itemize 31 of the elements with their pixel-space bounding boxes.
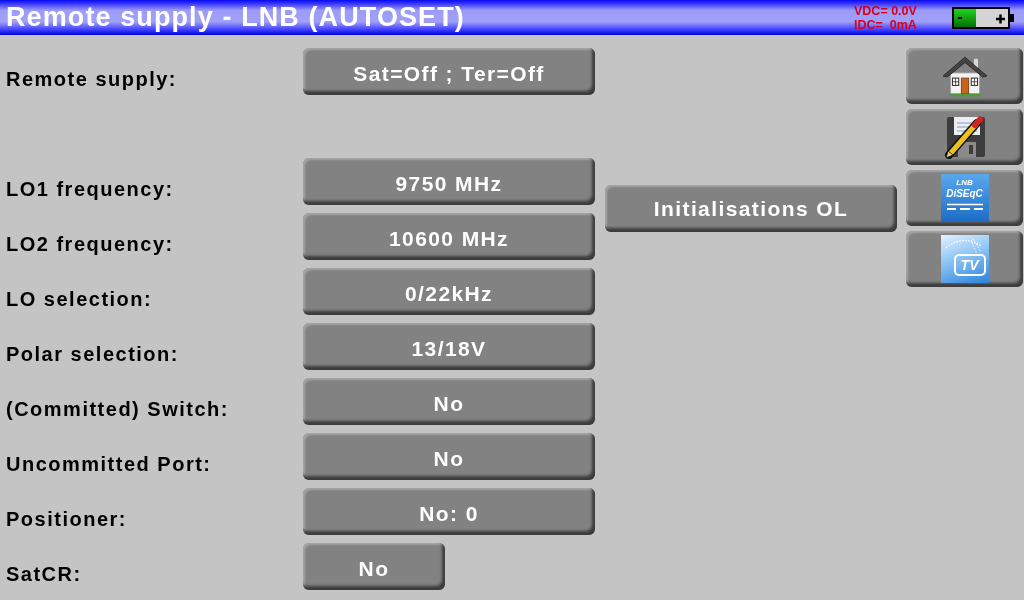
tv-button[interactable]: TV bbox=[906, 231, 1023, 287]
floppy-pencil-icon bbox=[942, 115, 987, 159]
value-button[interactable]: 9750 MHz bbox=[303, 158, 595, 205]
field-label: LO2 frequency: bbox=[6, 232, 174, 256]
field-label: Positioner: bbox=[6, 507, 127, 531]
diseqc-button[interactable]: LNB DiSEqC bbox=[906, 170, 1023, 226]
field-label: (Committed) Switch: bbox=[6, 397, 229, 421]
value-button[interactable]: No bbox=[303, 378, 595, 425]
field-label: SatCR: bbox=[6, 562, 82, 586]
diseqc-logo: LNB DiSEqC bbox=[940, 174, 989, 222]
value-button[interactable]: 0/22kHz bbox=[303, 268, 595, 315]
battery-icon bbox=[952, 6, 1014, 29]
value-button[interactable]: Sat=Off ; Ter=Off bbox=[303, 48, 595, 95]
tv-logo: TV bbox=[940, 235, 989, 283]
window-title: Remote supply - LNB (AUTOSET) bbox=[6, 2, 466, 33]
supply-reading: VDC= 0.0V bbox=[854, 3, 918, 18]
save-button[interactable] bbox=[906, 109, 1023, 165]
value-button[interactable]: 13/18V bbox=[303, 323, 595, 370]
field-label: Polar selection: bbox=[6, 342, 179, 366]
init-button[interactable]: Initialisations OL bbox=[605, 185, 897, 232]
field-label: Remote supply: bbox=[6, 67, 178, 91]
value-button[interactable]: No bbox=[303, 433, 595, 480]
field-label: LO selection: bbox=[6, 287, 153, 311]
value-button[interactable]: 10600 MHz bbox=[303, 213, 595, 260]
house-icon bbox=[941, 55, 988, 97]
supply-reading: IDC= 0mA bbox=[854, 17, 918, 32]
value-button[interactable]: No bbox=[303, 543, 445, 590]
value-button[interactable]: No: 0 bbox=[303, 488, 595, 535]
field-label: Uncommitted Port: bbox=[6, 452, 212, 476]
field-label: LO1 frequency: bbox=[6, 177, 174, 201]
home-button[interactable] bbox=[906, 48, 1023, 104]
